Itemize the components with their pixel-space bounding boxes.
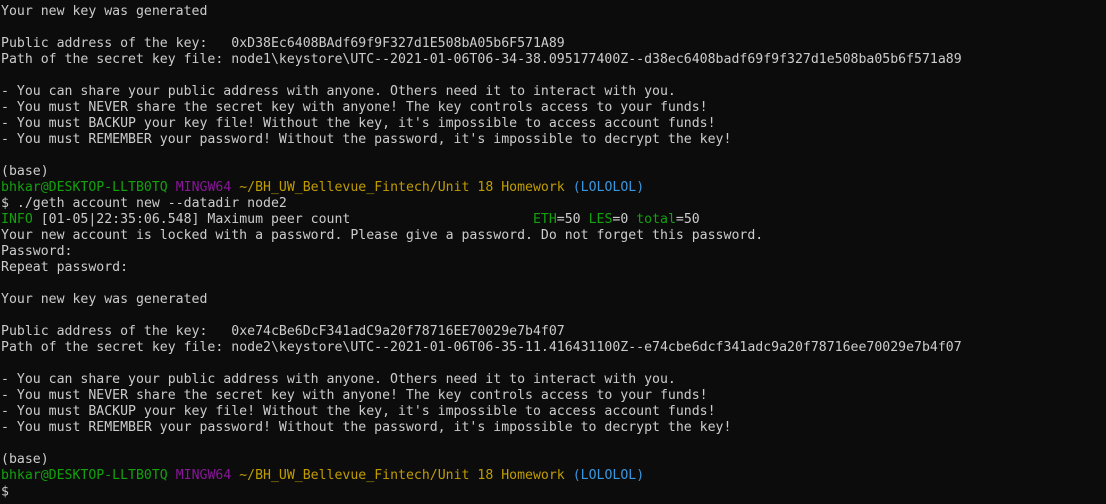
secret-key-path-label: Path of the secret key file: [1,340,232,355]
prompt-symbol: $ [1,196,9,211]
password-prompt: Password: [1,244,73,259]
public-address-line: Public address of the key: 0xe74cBe6DcF3… [1,324,1105,340]
key-generated-message: Your new key was generated [1,292,208,307]
warning-share-line: - You can share your public address with… [1,372,676,387]
secret-key-path-value: node2\keystore\UTC--2021-01-06T06-35-11.… [231,340,962,355]
prompt-user-host: bhkar@DESKTOP-LLTB0TQ [1,468,168,483]
terminal-output[interactable]: Your new key was generated Public addres… [1,4,1105,502]
prompt-path: ~/BH_UW_Bellevue_Fintech/Unit 18 Homewor… [239,180,565,195]
warning-share-line: - You can share your public address with… [1,84,676,99]
prompt-shell-name: MINGW64 [175,180,232,195]
log-les-value: =0 [612,212,637,227]
warning-remember-line: - You must REMEMBER your password! Witho… [1,420,732,435]
warning-backup-line: - You must BACKUP your key file! Without… [1,116,716,131]
secret-key-path-line: Path of the secret key file: node1\keyst… [1,52,1105,68]
shell-prompt: bhkar@DESKTOP-LLTB0TQ MINGW64 ~/BH_UW_Be… [1,180,1105,196]
log-les-key: LES [588,212,613,227]
prompt-path: ~/BH_UW_Bellevue_Fintech/Unit 18 Homewor… [239,468,565,483]
command-line[interactable]: $ [1,484,1105,500]
log-info-line: INFO [01-05|22:35:06.548] Maximum peer c… [1,212,1105,228]
conda-env-line: (base) [1,452,49,467]
account-locked-message: Your new account is locked with a passwo… [1,228,764,243]
input-cursor[interactable] [9,484,17,499]
public-address-label: Public address of the key: [1,324,232,339]
conda-env-line: (base) [1,164,49,179]
prompt-git-branch: (LOLOLOL) [572,468,645,483]
log-level: INFO [1,212,33,227]
public-address-line: Public address of the key: 0xD38Ec6408BA… [1,36,1105,52]
key-generated-message: Your new key was generated [1,4,208,19]
command-text: ./geth account new --datadir node2 [16,196,287,211]
warning-remember-line: - You must REMEMBER your password! Witho… [1,132,732,147]
prompt-git-branch: (LOLOLOL) [572,180,645,195]
command-line: $ ./geth account new --datadir node2 [1,196,1105,212]
public-address-value: 0xe74cBe6DcF341adC9a20f78716EE70029e7b4f… [231,324,565,339]
repeat-password-prompt: Repeat password: [1,260,129,275]
log-message: [01-05|22:35:06.548] Maximum peer count [32,212,533,227]
public-address-label: Public address of the key: [1,36,232,51]
shell-prompt: bhkar@DESKTOP-LLTB0TQ MINGW64 ~/BH_UW_Be… [1,468,1105,484]
log-total-value: =50 [675,212,700,227]
log-eth-key: ETH [532,212,557,227]
public-address-value: 0xD38Ec6408BAdf69f9F327d1E508bA05b6F571A… [231,36,565,51]
secret-key-path-label: Path of the secret key file: [1,52,232,67]
warning-never-line: - You must NEVER share the secret key wi… [1,100,708,115]
log-total-key: total [636,212,676,227]
warning-backup-line: - You must BACKUP your key file! Without… [1,404,716,419]
prompt-shell-name: MINGW64 [175,468,232,483]
log-eth-value: =50 [556,212,589,227]
prompt-user-host: bhkar@DESKTOP-LLTB0TQ [1,180,168,195]
warning-never-line: - You must NEVER share the secret key wi… [1,388,708,403]
secret-key-path-value: node1\keystore\UTC--2021-01-06T06-34-38.… [231,52,962,67]
secret-key-path-line: Path of the secret key file: node2\keyst… [1,340,1105,356]
prompt-symbol: $ [1,484,9,500]
